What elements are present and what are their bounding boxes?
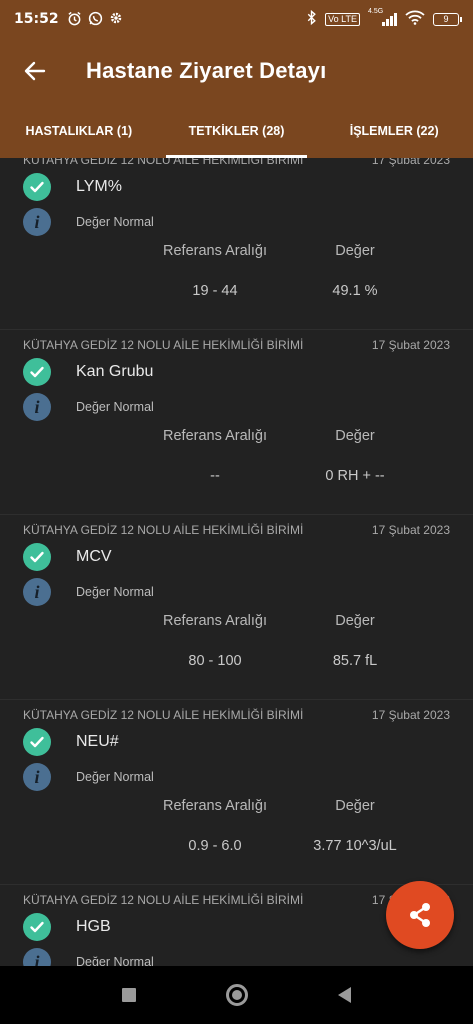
status-text: Değer Normal: [76, 585, 154, 599]
item-title-row: LYM%: [23, 173, 122, 201]
range-value: 80 - 100: [188, 653, 242, 669]
app-bar: Hastane Ziyaret Detayı: [0, 38, 473, 103]
item-status-row: i Değer Normal: [23, 763, 154, 791]
tab-bar: HASTALIKLAR (1) TETKİKLER (28) İŞLEMLER …: [0, 103, 473, 158]
status-right-icons: Vo LTE 4.5G 9: [307, 8, 462, 28]
date-label: 17 Şubat 2023: [371, 523, 450, 537]
arrow-back-icon: [24, 61, 46, 80]
system-nav-bar: [0, 966, 473, 1024]
item-title-row: NEU#: [23, 728, 119, 756]
value-header: Değer: [335, 613, 375, 629]
item-status-row: i Değer Normal: [23, 208, 154, 236]
status-bar: 15:52 Vo LTE 4.5G 9: [0, 0, 473, 38]
whatsapp-icon: [88, 11, 103, 28]
check-circle-icon: [23, 913, 51, 941]
test-name: NEU#: [76, 733, 119, 750]
status-text: Değer Normal: [76, 215, 154, 229]
test-name: HGB: [76, 918, 111, 935]
bluetooth-icon: [307, 9, 317, 28]
range-value: 19 - 44: [192, 283, 238, 299]
status-left-icons: [67, 11, 123, 28]
results-list-content: KÜTAHYA GEDİZ 12 NOLU AİLE HEKİMLİĞİ BİR…: [0, 158, 473, 966]
list-item[interactable]: KÜTAHYA GEDİZ 12 NOLU AİLE HEKİMLİĞİ BİR…: [0, 330, 473, 515]
share-icon: [410, 903, 430, 927]
info-icon[interactable]: i: [23, 393, 51, 421]
item-header: KÜTAHYA GEDİZ 12 NOLU AİLE HEKİMLİĞİ BİR…: [23, 523, 450, 537]
item-title-row: Kan Grubu: [23, 358, 153, 386]
value-header: Değer: [335, 428, 375, 444]
alarm-icon: [67, 11, 82, 28]
check-circle-icon: [23, 728, 51, 756]
range-header: Referans Aralığı: [163, 798, 267, 814]
result-value: 49.1 %: [332, 283, 378, 299]
page-title: Hastane Ziyaret Detayı: [86, 57, 327, 83]
item-status-row: i Değer Normal: [23, 393, 154, 421]
list-item[interactable]: KÜTAHYA GEDİZ 12 NOLU AİLE HEKİMLİĞİ BİR…: [0, 700, 473, 885]
date-label: 17 Şubat 2023: [371, 708, 450, 722]
item-title-row: MCV: [23, 543, 112, 571]
tab-label: HASTALIKLAR (1): [25, 123, 133, 138]
back-triangle-icon[interactable]: [338, 987, 351, 1003]
home-icon[interactable]: [226, 984, 248, 1006]
info-icon[interactable]: i: [23, 208, 51, 236]
results-list[interactable]: KÜTAHYA GEDİZ 12 NOLU AİLE HEKİMLİĞİ BİR…: [0, 158, 473, 966]
value-header: Değer: [335, 243, 375, 259]
institution-label: KÜTAHYA GEDİZ 12 NOLU AİLE HEKİMLİĞİ BİR…: [23, 158, 304, 167]
test-name: Kan Grubu: [76, 363, 154, 380]
result-value: 3.77 10^3/uL: [313, 838, 397, 854]
range-value: --: [210, 468, 220, 484]
item-header: KÜTAHYA GEDİZ 12 NOLU AİLE HEKİMLİĞİ BİR…: [23, 893, 450, 907]
tab-islemler[interactable]: İŞLEMLER (22): [315, 103, 473, 158]
status-text: Değer Normal: [76, 955, 154, 966]
status-text: Değer Normal: [76, 400, 154, 414]
item-header: KÜTAHYA GEDİZ 12 NOLU AİLE HEKİMLİĞİ BİR…: [23, 338, 450, 352]
check-circle-icon: [23, 173, 51, 201]
institution-label: KÜTAHYA GEDİZ 12 NOLU AİLE HEKİMLİĞİ BİR…: [23, 708, 304, 722]
tab-label: TETKİKLER (28): [188, 123, 285, 138]
check-circle-icon: [23, 543, 51, 571]
value-header: Değer: [335, 798, 375, 814]
settings-icon: [109, 11, 123, 27]
item-header: KÜTAHYA GEDİZ 12 NOLU AİLE HEKİMLİĞİ BİR…: [23, 158, 450, 167]
info-icon[interactable]: i: [23, 763, 51, 791]
network-type-label: 4.5G: [368, 7, 384, 15]
result-value: 0 RH + --: [325, 468, 385, 484]
info-icon[interactable]: i: [23, 948, 51, 966]
volte-icon: Vo LTE: [325, 12, 360, 26]
status-text: Değer Normal: [76, 770, 154, 784]
range-header: Referans Aralığı: [163, 613, 267, 629]
status-time: 15:52: [14, 11, 59, 27]
list-item[interactable]: KÜTAHYA GEDİZ 12 NOLU AİLE HEKİMLİĞİ BİR…: [0, 158, 473, 330]
battery-icon: 9: [433, 12, 462, 26]
back-button[interactable]: [0, 38, 70, 103]
result-value: 85.7 fL: [332, 653, 378, 669]
institution-label: KÜTAHYA GEDİZ 12 NOLU AİLE HEKİMLİĞİ BİR…: [23, 523, 304, 537]
item-status-row: i Değer Normal: [23, 948, 154, 966]
range-header: Referans Aralığı: [163, 428, 267, 444]
item-status-row: i Değer Normal: [23, 578, 154, 606]
battery-level: 9: [443, 14, 449, 24]
test-name: MCV: [76, 548, 112, 565]
range-header: Referans Aralığı: [163, 243, 267, 259]
signal-icon: 4.5G: [368, 8, 397, 26]
item-title-row: HGB: [23, 913, 111, 941]
tab-tetkikler[interactable]: TETKİKLER (28): [158, 103, 316, 158]
recents-icon[interactable]: [122, 988, 136, 1002]
date-label: 17 Şubat 2023: [371, 158, 450, 167]
tab-label: İŞLEMLER (22): [349, 123, 439, 138]
wifi-icon: [405, 10, 425, 28]
check-circle-icon: [23, 358, 51, 386]
date-label: 17 Şubat 2023: [371, 338, 450, 352]
share-button[interactable]: [386, 881, 454, 949]
info-icon[interactable]: i: [23, 578, 51, 606]
institution-label: KÜTAHYA GEDİZ 12 NOLU AİLE HEKİMLİĞİ BİR…: [23, 338, 304, 352]
item-header: KÜTAHYA GEDİZ 12 NOLU AİLE HEKİMLİĞİ BİR…: [23, 708, 450, 722]
range-value: 0.9 - 6.0: [188, 838, 242, 854]
test-name: LYM%: [76, 178, 122, 195]
list-item[interactable]: KÜTAHYA GEDİZ 12 NOLU AİLE HEKİMLİĞİ BİR…: [0, 515, 473, 700]
tab-hastaliklar[interactable]: HASTALIKLAR (1): [0, 103, 158, 158]
institution-label: KÜTAHYA GEDİZ 12 NOLU AİLE HEKİMLİĞİ BİR…: [23, 893, 304, 907]
